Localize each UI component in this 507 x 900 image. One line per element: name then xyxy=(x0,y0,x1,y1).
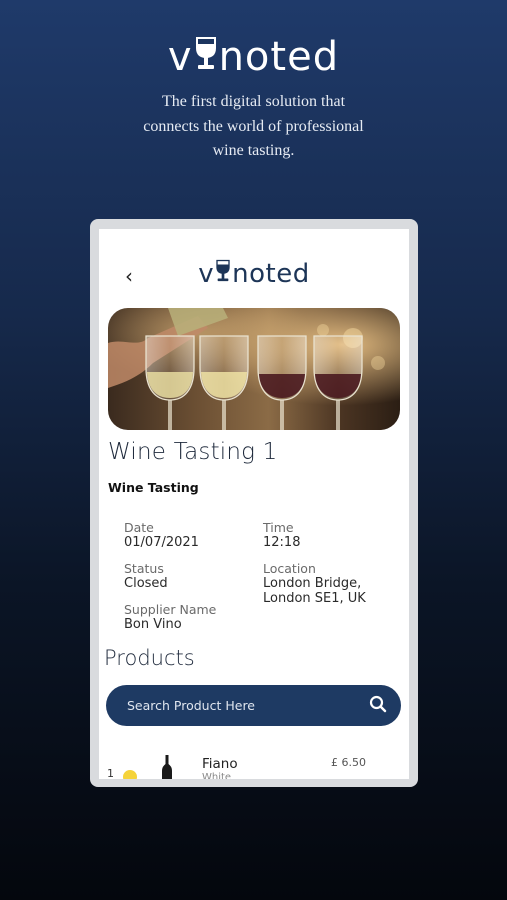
date-label: Date xyxy=(124,520,154,535)
time-field: Time 12:18 xyxy=(263,520,300,550)
supplier-field: Supplier Name Bon Vino xyxy=(124,602,216,632)
time-label: Time xyxy=(263,520,294,535)
product-search-bar[interactable] xyxy=(106,685,401,726)
tagline-line: connects the world of professional xyxy=(143,117,364,135)
product-price: £ 6.50 xyxy=(331,756,366,769)
event-title: Wine Tasting 1 xyxy=(108,439,278,465)
phone-frame: ‹ v noted Wine Tasting 1 Wine Tasting Da… xyxy=(90,219,418,787)
tagline: The first digital solution that connects… xyxy=(0,90,507,164)
wine-glass-icon xyxy=(215,259,231,289)
supplier-label: Supplier Name xyxy=(124,602,217,617)
location-line1: London Bridge, xyxy=(263,576,362,591)
status-field: Status Closed xyxy=(124,561,168,591)
location-line2: London SE1, UK xyxy=(263,591,366,606)
event-banner-image xyxy=(108,308,400,430)
product-name: Fiano xyxy=(202,756,238,772)
app-logo-suffix: noted xyxy=(232,259,310,289)
product-list-item[interactable]: 1 Fiano White £ 6.50 xyxy=(99,749,409,779)
wine-color-dot xyxy=(123,770,137,779)
tagline-line: The first digital solution that xyxy=(161,93,346,110)
product-index: 1 xyxy=(107,767,114,779)
hero-logo-suffix: noted xyxy=(218,34,340,80)
search-input[interactable] xyxy=(127,698,369,713)
search-icon[interactable] xyxy=(369,695,387,717)
wine-bottle-icon xyxy=(161,755,173,779)
status-value: Closed xyxy=(124,576,168,591)
location-field: Location London Bridge, London SE1, UK xyxy=(263,561,366,606)
hero-logo: v noted xyxy=(0,34,507,80)
app-logo-prefix: v xyxy=(198,259,215,289)
tagline-line: wine tasting. xyxy=(212,142,295,159)
hero-logo-prefix: v xyxy=(167,34,193,80)
app-logo: v noted xyxy=(99,259,409,289)
status-label: Status xyxy=(124,561,164,576)
event-subtitle: Wine Tasting xyxy=(108,480,199,495)
time-value: 12:18 xyxy=(263,535,301,550)
app-screen: ‹ v noted Wine Tasting 1 Wine Tasting Da… xyxy=(99,229,409,779)
wine-glass-icon xyxy=(194,34,218,80)
location-label: Location xyxy=(263,561,316,576)
date-field: Date 01/07/2021 xyxy=(124,520,199,550)
supplier-value: Bon Vino xyxy=(124,617,182,632)
products-heading: Products xyxy=(104,646,195,670)
product-type: White xyxy=(202,772,232,779)
date-value: 01/07/2021 xyxy=(124,535,199,550)
